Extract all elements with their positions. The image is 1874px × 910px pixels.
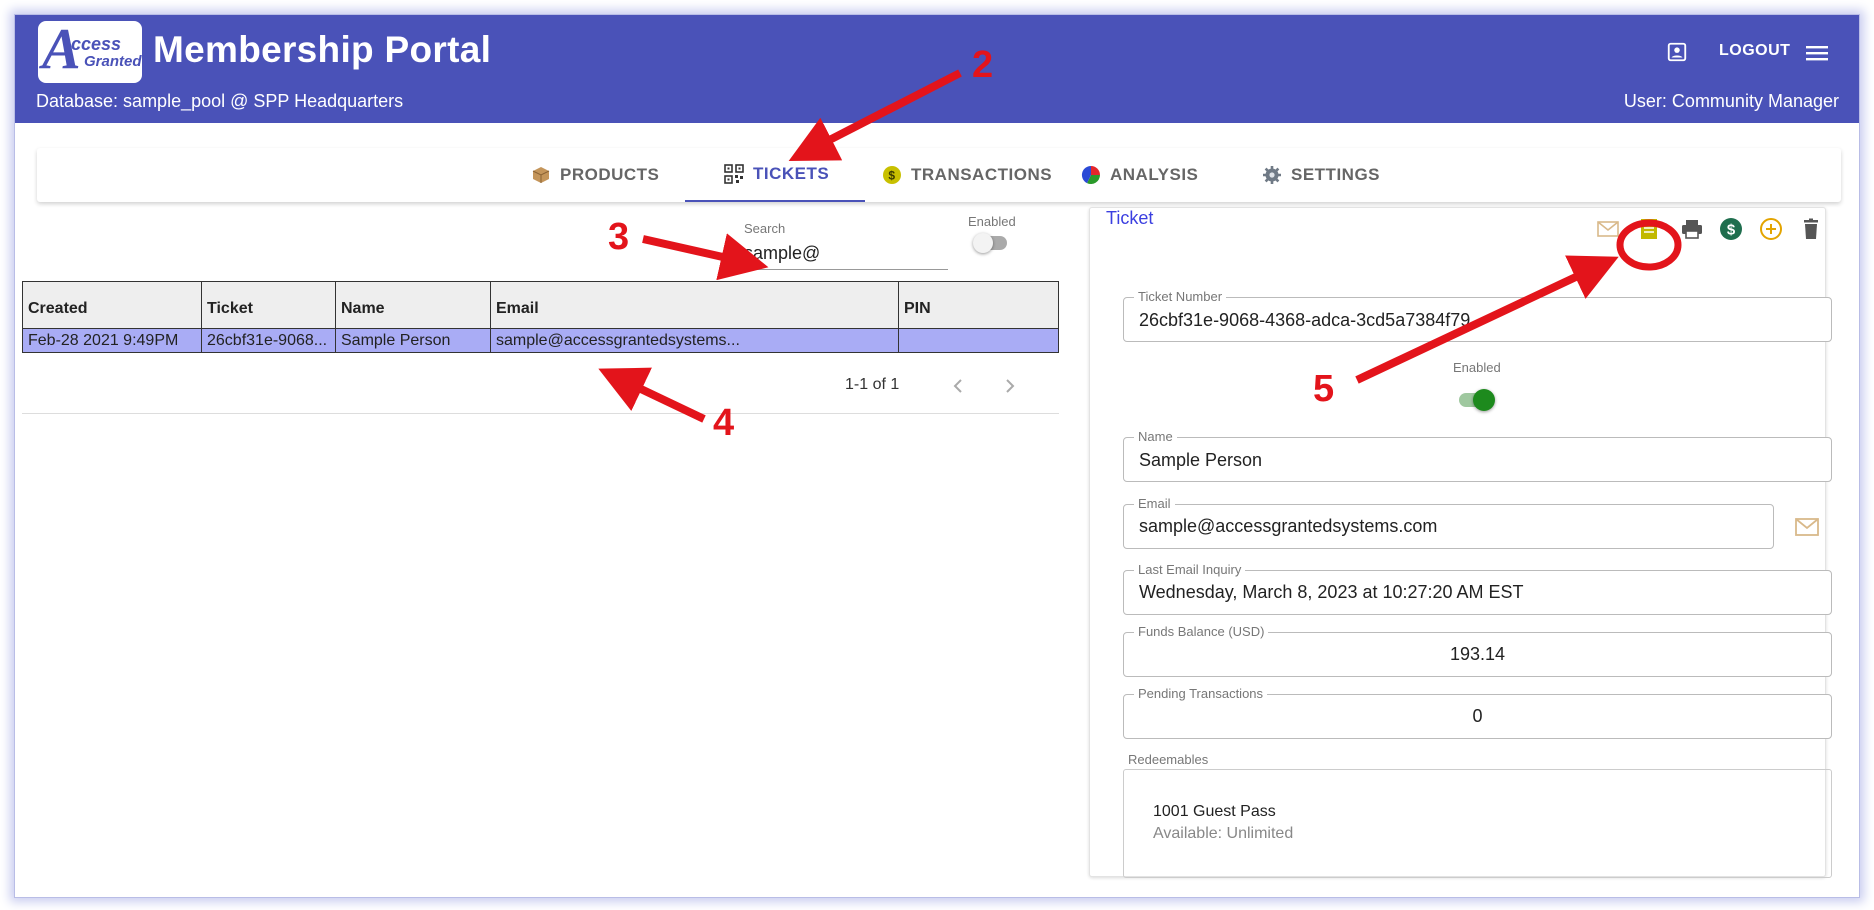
redeemables-label: Redeemables [1128,752,1209,767]
chevron-left-icon[interactable] [951,378,965,394]
dollar-coin-icon: $ [883,166,901,184]
pie-chart-icon [1081,165,1101,185]
toggle-knob [973,233,993,253]
access-granted-logo: A ccess Granted [38,21,142,83]
ticket-number-label: Ticket Number [1134,289,1227,304]
email-value: sample@accessgrantedsystems.com [1139,516,1438,536]
annotation-number-2: 2 [972,44,994,86]
name-label: Name [1134,429,1177,444]
funds-balance-value: 193.14 [1449,644,1506,664]
column-header-name[interactable]: Name [335,281,491,329]
column-header-email[interactable]: Email [490,281,899,329]
table-header-row: Created Ticket Name Email PIN [22,281,1059,329]
svg-text:$: $ [1727,222,1736,239]
last-email-inquiry-label: Last Email Inquiry [1134,562,1246,577]
ticket-enabled-toggle[interactable] [1459,389,1495,411]
column-header-created[interactable]: Created [22,281,202,329]
cell-ticket: 26cbf31e-9068... [201,328,336,353]
tab-label: TICKETS [753,164,830,183]
tab-transactions[interactable]: $ TRANSACTIONS [882,148,1052,202]
logo-text-line1: ccess [71,34,122,54]
receipt-icon[interactable] [1637,217,1661,241]
email-label: Email [1134,496,1175,511]
chevron-right-icon[interactable] [1003,378,1017,394]
email-icon[interactable] [1596,217,1620,241]
database-info: Database: sample_pool @ SPP Headquarters [36,91,404,111]
tab-tickets[interactable]: TICKETS [685,148,865,202]
menu-icon[interactable] [1804,43,1830,63]
gear-icon [1263,166,1281,184]
tab-label: PRODUCTS [560,165,660,184]
redeemable-item-availability: Available: Unlimited [1153,825,1294,842]
print-icon[interactable] [1680,217,1704,241]
annotation-number-3: 3 [608,216,630,258]
annotation-number-5: 5 [1313,368,1335,410]
redeemable-item-name[interactable]: 1001 Guest Pass [1153,803,1276,821]
ticket-enabled-label: Enabled [1453,360,1501,375]
cell-email: sample@accessgrantedsystems... [490,328,899,353]
table-row[interactable]: Feb-28 2021 9:49PM 26cbf31e-9068... Samp… [22,328,1059,353]
redeemables-list [1123,769,1832,878]
tickets-table: Created Ticket Name Email PIN Feb-28 202… [22,281,1059,353]
ticket-number-value: 26cbf31e-9068-4368-adca-3cd5a7384f79 [1139,310,1471,330]
last-email-inquiry-value: Wednesday, March 8, 2023 at 10:27:20 AM … [1139,582,1524,602]
account-box-icon[interactable] [1666,41,1688,63]
divider [22,413,1059,414]
tab-label: SETTINGS [1291,165,1381,184]
enabled-filter-label: Enabled [968,214,1016,229]
column-header-ticket[interactable]: Ticket [201,281,336,329]
panel-title: Ticket [1106,208,1154,228]
tab-settings[interactable]: SETTINGS [1262,148,1380,202]
funds-balance-label: Funds Balance (USD) [1134,624,1269,639]
package-icon [532,167,550,183]
qr-code-icon [724,164,744,184]
tab-analysis[interactable]: ANALYSIS [1081,148,1198,202]
logout-button[interactable]: LOGOUT [1719,42,1790,60]
search-input[interactable] [744,238,948,270]
tab-label: TRANSACTIONS [911,165,1053,184]
logo-text-line2: Granted [84,53,142,70]
user-info: User: Community Manager [1623,91,1839,111]
toggle-knob [1473,389,1495,411]
send-email-icon[interactable] [1794,517,1820,537]
pagination-info: 1-1 of 1 [845,376,900,393]
search-label: Search [744,221,786,236]
svg-text:$: $ [888,169,895,183]
pending-transactions-value: 0 [1472,706,1483,726]
dollar-icon[interactable]: $ [1719,217,1743,241]
column-header-pin[interactable]: PIN [898,281,1059,329]
cell-name: Sample Person [335,328,491,353]
name-value: Sample Person [1139,450,1263,470]
enabled-filter-toggle[interactable] [973,233,1007,253]
tab-products[interactable]: PRODUCTS [531,148,659,202]
cell-pin [898,328,1059,353]
delete-icon[interactable] [1799,217,1823,241]
annotation-number-4: 4 [713,402,735,444]
app-header: A ccess Granted Membership Portal Databa… [15,15,1859,123]
tab-label: ANALYSIS [1110,165,1199,184]
app-title: Membership Portal [153,29,492,70]
main-tabs: PRODUCTS TICKETS $ TRANSACTIONS ANALYSIS… [37,148,1841,202]
add-circle-icon[interactable] [1759,217,1783,241]
cell-created: Feb-28 2021 9:49PM [22,328,202,353]
pending-transactions-label: Pending Transactions [1134,686,1268,701]
